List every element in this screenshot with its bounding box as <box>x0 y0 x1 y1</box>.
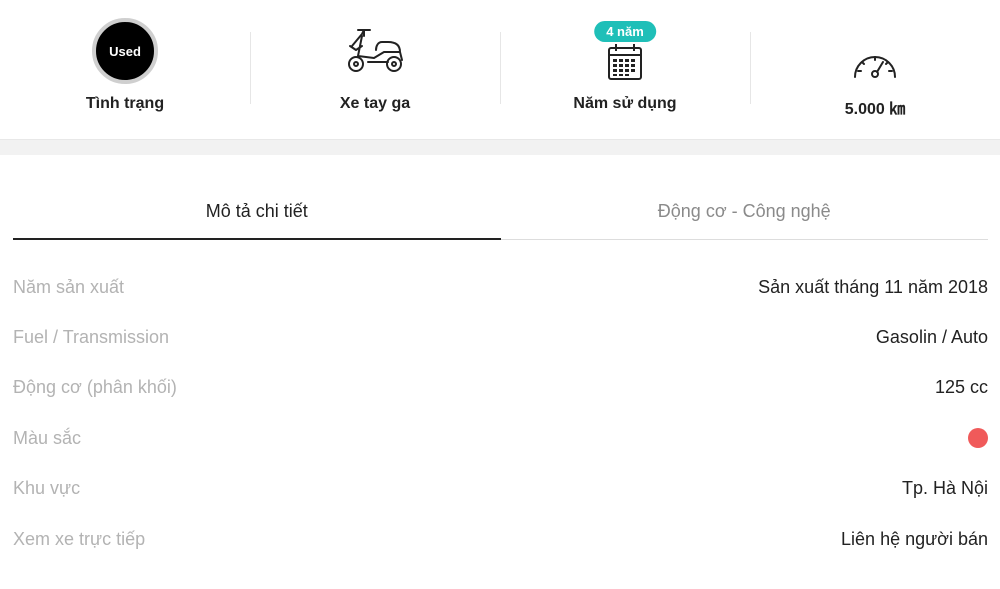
fuel-label: Fuel / Transmission <box>13 327 170 348</box>
detail-row-engine: Động cơ (phân khối) 125 cc <box>13 363 988 413</box>
viewing-label: Xem xe trực tiếp <box>13 528 146 549</box>
type-label: Xe tay ga <box>339 95 411 112</box>
calendar-icon <box>607 34 643 90</box>
year-label: Năm sản xuất <box>13 276 125 297</box>
used-badge-wrapper: Used <box>92 16 158 86</box>
spec-type: Xe tay ga <box>250 0 500 139</box>
used-badge: Used <box>92 18 158 84</box>
speedometer-icon <box>851 40 899 90</box>
spec-mileage: 5.000 ㎞ <box>750 0 1000 139</box>
specs-bar: Used Tình trạng Xe tay ga 4 năm Năm sử d… <box>0 0 1000 139</box>
engine-value: 125 cc <box>934 377 988 398</box>
tab-detail-description[interactable]: Mô tả chi tiết <box>13 186 501 240</box>
engine-label: Động cơ (phân khối) <box>13 377 177 398</box>
detail-row-region: Khu vực Tp. Hà Nội <box>13 464 988 514</box>
usage-label: Năm sử dụng <box>573 95 677 112</box>
scooter-icon <box>344 16 406 86</box>
mileage-label: 5.000 ㎞ <box>844 101 906 118</box>
region-value: Tp. Hà Nội <box>901 478 988 499</box>
detail-row-viewing: Xem xe trực tiếp Liên hệ người bán <box>13 514 988 564</box>
detail-tabs: Mô tả chi tiết Động cơ - Công nghệ <box>13 186 988 240</box>
detail-row-year: Năm sản xuất Sản xuất tháng 11 năm 2018 <box>13 262 988 312</box>
detail-row-fuel: Fuel / Transmission Gasolin / Auto <box>13 312 988 362</box>
region-label: Khu vực <box>13 478 81 499</box>
condition-label: Tình trạng <box>85 95 165 112</box>
spec-usage: 4 năm Năm sử dụng <box>500 0 750 139</box>
detail-list: Năm sản xuất Sản xuất tháng 11 năm 2018 … <box>13 262 988 564</box>
year-value: Sản xuất tháng 11 năm 2018 <box>758 276 988 297</box>
fuel-value: Gasolin / Auto <box>875 327 988 348</box>
viewing-value[interactable]: Liên hệ người bán <box>841 529 988 550</box>
color-swatch <box>968 428 988 449</box>
spec-condition: Used Tình trạng <box>0 0 250 139</box>
detail-row-color: Màu sắc <box>13 413 988 463</box>
color-label: Màu sắc <box>13 427 82 448</box>
tab-engine-technology[interactable]: Động cơ - Công nghệ <box>501 186 989 239</box>
section-divider <box>0 139 1000 155</box>
